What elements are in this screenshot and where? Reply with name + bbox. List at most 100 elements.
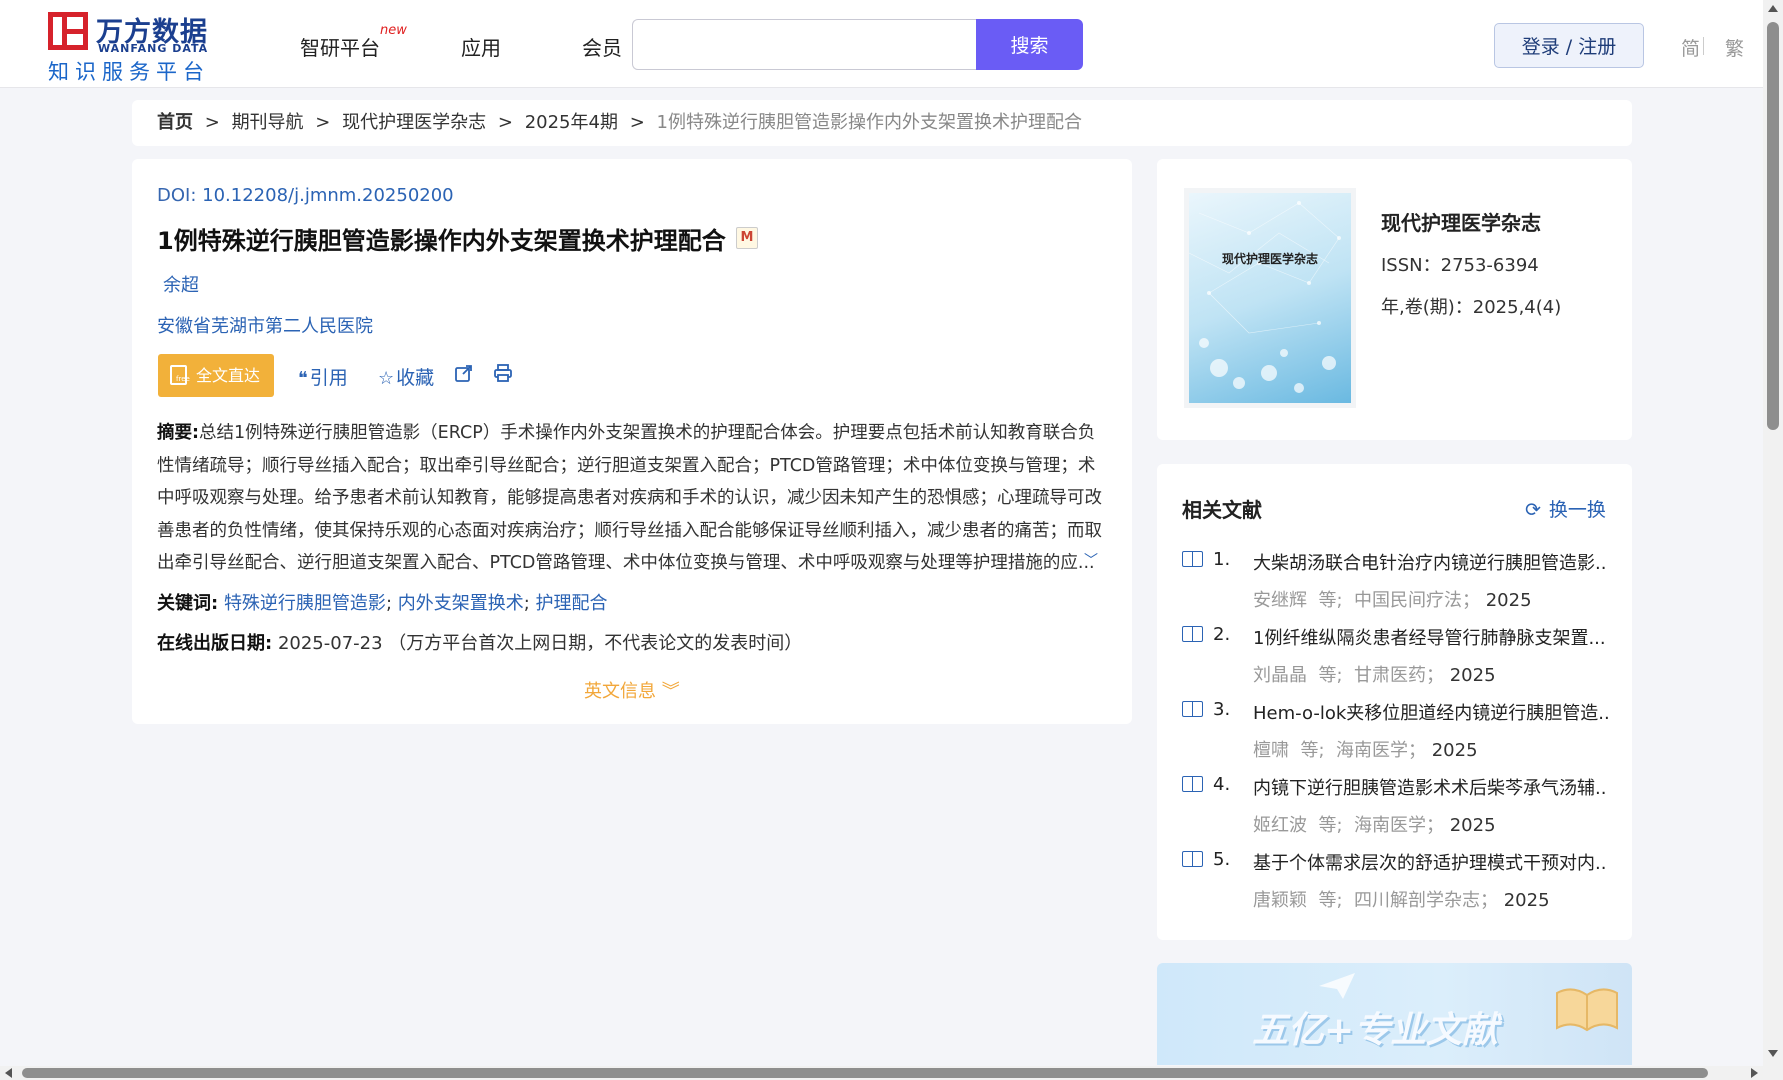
related-item[interactable]: 4. 内镜下逆行胆胰管造影术术后柴芩承气汤辅... 姬红波 等; 海南医学； 2… <box>1182 774 1612 849</box>
related-item-title[interactable]: Hem-o-lok夹移位胆道经内镜逆行胰胆管造... <box>1253 699 1608 725</box>
related-item[interactable]: 5. 基于个体需求层次的舒适护理模式干预对内... 唐颖颖 等; 四川解剖学杂志… <box>1182 849 1612 924</box>
breadcrumb: 首页 > 期刊导航 > 现代护理医学杂志 > 2025年4期 > 1例特殊逆行胰… <box>132 100 1632 146</box>
favorite-button[interactable]: ☆ 收藏 <box>378 363 434 390</box>
keywords-row: 关键词: 特殊逆行胰胆管造影; 内外支架置换术; 护理配合 <box>157 593 608 614</box>
refresh-button[interactable]: ⟳ 换一换 <box>1525 495 1606 522</box>
cover-title: 现代护理医学杂志 <box>1221 252 1318 266</box>
logo-subtitle: 知识服务平台 <box>48 60 210 84</box>
journal-cover[interactable]: 现代护理医学杂志 <box>1189 193 1351 403</box>
related-number: 2. <box>1213 624 1231 645</box>
lang-traditional[interactable]: 繁 <box>1725 34 1744 61</box>
related-authors[interactable]: 安继辉 <box>1253 590 1307 611</box>
journal-volume: 年,卷(期)：2025,4(4) <box>1381 297 1562 318</box>
scroll-left-icon[interactable] <box>5 1068 12 1078</box>
related-item-meta: 安继辉 等; 中国民间疗法； 2025 <box>1253 586 1532 612</box>
related-etal: 等; <box>1318 590 1343 611</box>
pubdate-value: 2025-07-23 <box>277 633 383 654</box>
abstract-expand-icon[interactable]: ﹀ <box>1084 550 1098 570</box>
horizontal-scroll-thumb[interactable] <box>22 1068 1708 1078</box>
article-card: DOI: 10.12208/j.jmnm.20250200 1例特殊逆行胰胆管造… <box>132 159 1132 724</box>
author-link[interactable]: 余超 <box>163 271 199 297</box>
share-button[interactable] <box>454 363 474 385</box>
keyword-link[interactable]: 护理配合 <box>536 593 608 614</box>
print-button[interactable] <box>493 363 513 385</box>
related-source[interactable]: 四川解剖学杂志； <box>1354 890 1498 911</box>
doi-link[interactable]: 10.12208/j.jmnm.20250200 <box>202 185 454 206</box>
top-header: 万方数据 WANFANG DATA 知识服务平台 智研平台 new 应用 会员 … <box>0 0 1763 88</box>
mendeley-icon[interactable]: M <box>736 227 758 249</box>
promo-banner[interactable]: 五亿+专业文献 <box>1157 963 1632 1065</box>
breadcrumb-issue[interactable]: 2025年4期 <box>525 112 618 133</box>
nav-membership[interactable]: 会员 <box>582 32 622 61</box>
related-year: 2025 <box>1449 815 1496 836</box>
wanfang-logo-icon <box>48 12 88 50</box>
breadcrumb-current: 1例特殊逆行胰胆管造影操作内外支架置换术护理配合 <box>656 112 1082 133</box>
book-icon <box>1182 776 1203 792</box>
cover-pattern-icon <box>1189 201 1341 393</box>
search-input[interactable] <box>632 19 976 70</box>
keyword-link[interactable]: 特殊逆行胰胆管造影 <box>224 593 386 614</box>
breadcrumb-journal-nav[interactable]: 期刊导航 <box>232 112 304 133</box>
related-etal: 等; <box>1318 890 1343 911</box>
open-book-icon <box>1556 988 1618 1032</box>
scroll-right-icon[interactable] <box>1751 1068 1758 1078</box>
nav-new-badge: new <box>380 23 407 38</box>
related-item-title[interactable]: 大柴胡汤联合电针治疗内镜逆行胰胆管造影... <box>1253 549 1608 575</box>
wanfang-logo[interactable]: 万方数据 WANFANG DATA 知识服务平台 <box>48 10 218 84</box>
breadcrumb-separator: > <box>497 112 513 133</box>
related-authors[interactable]: 刘晶晶 <box>1253 665 1307 686</box>
related-etal: 等; <box>1318 815 1343 836</box>
doi-row: DOI: 10.12208/j.jmnm.20250200 <box>157 185 454 206</box>
breadcrumb-home[interactable]: 首页 <box>157 112 193 133</box>
banner-text: 五亿+专业文献 <box>1252 1010 1499 1051</box>
doi-label: DOI: <box>157 185 197 206</box>
related-item-title[interactable]: 1例纤维纵隔炎患者经导管行肺静脉支架置... <box>1253 624 1608 650</box>
related-item[interactable]: 2. 1例纤维纵隔炎患者经导管行肺静脉支架置... 刘晶晶 等; 甘肃医药； 2… <box>1182 624 1612 699</box>
scroll-down-icon[interactable] <box>1768 1050 1778 1057</box>
breadcrumb-journal[interactable]: 现代护理医学杂志 <box>342 112 486 133</box>
related-authors[interactable]: 檀啸 <box>1253 740 1289 761</box>
related-item-meta: 唐颖颖 等; 四川解剖学杂志； 2025 <box>1253 886 1550 912</box>
lang-simplified[interactable]: 简 <box>1681 34 1700 61</box>
book-icon <box>1182 701 1203 717</box>
related-item[interactable]: 3. Hem-o-lok夹移位胆道经内镜逆行胰胆管造... 檀啸 等; 海南医学… <box>1182 699 1612 774</box>
nav-zhiyan[interactable]: 智研平台 <box>300 32 380 61</box>
related-number: 4. <box>1213 774 1231 795</box>
nav-apps[interactable]: 应用 <box>461 32 501 61</box>
fulltext-button[interactable]: 全文直达 <box>158 354 274 397</box>
related-year: 2025 <box>1449 665 1496 686</box>
related-title: 相关文献 <box>1182 498 1262 522</box>
breadcrumb-separator: > <box>315 112 331 133</box>
login-register-button[interactable]: 登录 / 注册 <box>1494 23 1644 68</box>
related-item-title[interactable]: 内镜下逆行胆胰管造影术术后柴芩承气汤辅... <box>1253 774 1608 800</box>
related-number: 1. <box>1213 549 1231 570</box>
affiliation-link[interactable]: 安徽省芜湖市第二人民医院 <box>157 312 373 338</box>
related-source[interactable]: 中国民间疗法； <box>1354 590 1480 611</box>
scroll-up-icon[interactable] <box>1768 5 1778 12</box>
fulltext-label: 全文直达 <box>196 366 261 385</box>
cite-button[interactable]: ❝ 引用 <box>298 363 348 390</box>
refresh-label: 换一换 <box>1548 499 1606 521</box>
related-authors[interactable]: 姬红波 <box>1253 815 1307 836</box>
vertical-scrollbar[interactable] <box>1763 0 1783 1066</box>
book-icon <box>1182 551 1203 567</box>
english-info-label: 英文信息 <box>584 681 656 702</box>
journal-card: 现代护理医学杂志 现代护理医学杂志 ISSN：2753-6394 年,卷(期)：… <box>1157 159 1632 440</box>
book-icon <box>1182 626 1203 642</box>
related-authors[interactable]: 唐颖颖 <box>1253 890 1307 911</box>
share-icon <box>455 365 472 382</box>
paper-plane-icon <box>1319 973 1355 999</box>
journal-name[interactable]: 现代护理医学杂志 <box>1381 207 1541 236</box>
vertical-scroll-thumb[interactable] <box>1767 22 1779 430</box>
related-source[interactable]: 海南医学； <box>1354 815 1444 836</box>
logo-text-en: WANFANG DATA <box>98 42 209 55</box>
search-button[interactable]: 搜索 <box>976 19 1083 70</box>
related-source[interactable]: 甘肃医药； <box>1354 665 1444 686</box>
related-literature-card: 相关文献 ⟳ 换一换 1. 大柴胡汤联合电针治疗内镜逆行胰胆管造影... 安继辉 … <box>1157 464 1632 940</box>
related-item-title[interactable]: 基于个体需求层次的舒适护理模式干预对内... <box>1253 849 1608 875</box>
horizontal-scrollbar[interactable] <box>0 1066 1783 1080</box>
english-info-toggle[interactable]: 英文信息 ︾ <box>584 677 680 703</box>
related-source[interactable]: 海南医学； <box>1336 740 1426 761</box>
related-item[interactable]: 1. 大柴胡汤联合电针治疗内镜逆行胰胆管造影... 安继辉 等; 中国民间疗法；… <box>1182 549 1612 624</box>
keyword-link[interactable]: 内外支架置换术 <box>398 593 524 614</box>
